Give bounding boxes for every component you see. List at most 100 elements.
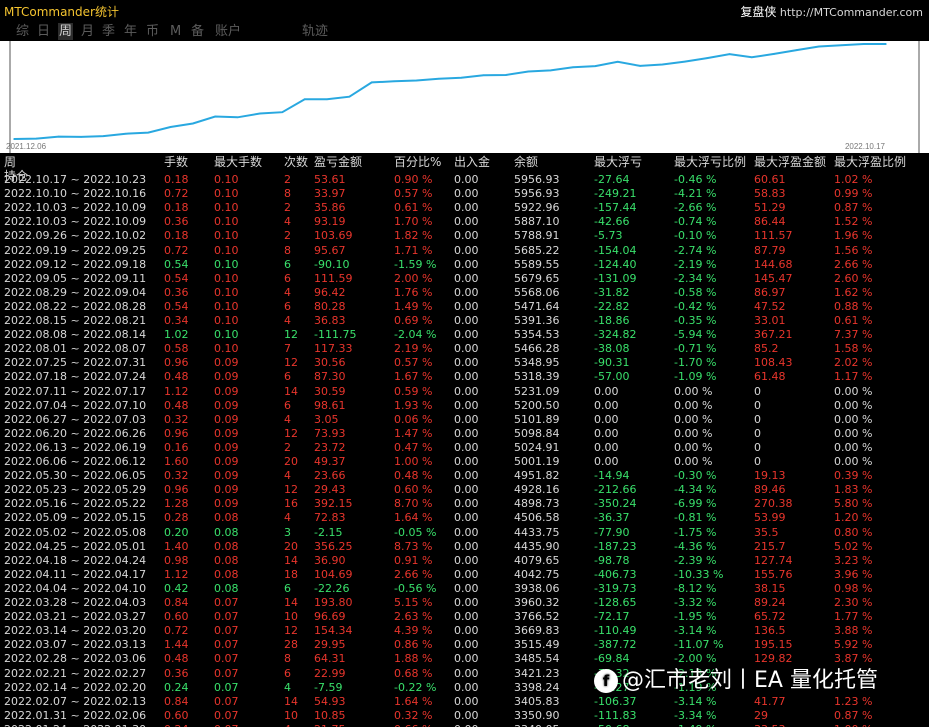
tab-3[interactable]: 月 [80,23,95,40]
cell-count: 4 [284,469,291,483]
tab-bar: 综日周月季年币 M 备账户 轨迹 [0,22,929,41]
table-row[interactable]: 2022.06.13 ~ 2022.06.19 0.16 0.09 2 23.72 0.4… [0,441,929,455]
equity-point-13 [303,98,306,100]
table-row[interactable]: 2022.10.03 ~ 2022.10.09 0.36 0.10 4 93.19 1.7… [0,215,929,229]
cell-pct: 1.47 % [394,426,433,440]
column-header[interactable]: 余额 [514,155,538,169]
tab-1[interactable]: 日 [36,23,51,40]
equity-point-11 [259,112,261,115]
table-row[interactable]: 2022.09.05 ~ 2022.09.11 0.54 0.10 6 111.59 2.… [0,272,929,286]
equity-point-21 [482,74,485,76]
table-row[interactable]: 2022.02.28 ~ 2022.03.06 0.48 0.07 8 64.31 1.8… [0,652,929,666]
tab-2[interactable]: 周 [58,23,73,40]
table-row[interactable]: 2022.09.12 ~ 2022.09.18 0.54 0.10 6 -90.10 -1… [0,258,929,272]
tab-6[interactable]: 币 [145,23,160,40]
table-row[interactable]: 2022.08.22 ~ 2022.08.28 0.54 0.10 6 80.28 1.4… [0,300,929,314]
column-header[interactable]: 周 [4,155,16,169]
cell-balance: 4079.65 [514,553,560,567]
brand-link[interactable]: 复盘侠 http://MTCommander.com [740,3,923,20]
cell-deposit: 0.00 [454,483,479,497]
table-row[interactable]: 2022.05.16 ~ 2022.05.22 1.28 0.09 16 392.15 8… [0,497,929,511]
cell-max-dd: 0.00 [594,440,619,454]
column-header[interactable]: 最大浮盈比例 [834,155,906,169]
cell-max-fp: 0 [754,384,761,398]
table-row[interactable]: 2022.07.18 ~ 2022.07.24 0.48 0.09 6 87.30 1.6… [0,370,929,384]
cell-pnl: -2.15 [314,525,343,539]
column-header[interactable]: 手数 [164,155,188,169]
cell-deposit: 0.00 [454,398,479,412]
cell-pnl: -7.59 [314,680,343,694]
cell-max-lots: 0.10 [214,328,239,342]
cell-balance: 5001.19 [514,455,560,468]
table-row[interactable]: 2022.04.11 ~ 2022.04.17 1.12 0.08 18 104.69 2… [0,568,929,582]
table-row[interactable]: 2022.04.25 ~ 2022.05.01 1.40 0.08 20 356.25 8… [0,540,929,554]
table-row[interactable]: 2022.05.30 ~ 2022.06.05 0.32 0.09 4 23.66 0.4… [0,469,929,483]
table-row[interactable]: 2022.03.07 ~ 2022.03.13 1.44 0.07 28 29.95 0.… [0,638,929,652]
table-row[interactable]: 2022.10.17 ~ 2022.10.23 0.18 0.10 2 53.61 0.9… [0,173,929,187]
cell-period: 2022.02.21 ~ 2022.02.27 [4,666,147,680]
cell-count: 14 [284,596,298,609]
column-header[interactable]: 次数 [284,155,308,169]
cell-pct: -0.56 % [394,581,437,595]
table-row[interactable]: 2022.08.01 ~ 2022.08.07 0.58 0.10 7 117.33 2.… [0,342,929,356]
table-row[interactable]: 2022.06.27 ~ 2022.07.03 0.32 0.09 4 3.05 0.06… [0,413,929,427]
table-row[interactable]: 2022.09.19 ~ 2022.09.25 0.72 0.10 8 95.67 1.7… [0,244,929,258]
cell-balance: 3515.49 [514,638,560,652]
cell-balance: 3485.54 [514,652,560,666]
equity-point-39 [885,43,887,45]
cell-max-fp-pct: 1.00 % [834,723,872,727]
tab-10[interactable]: 轨迹 [301,23,329,40]
column-header[interactable]: 最大手数 [214,155,262,169]
column-header[interactable]: 百分比% [394,155,441,169]
table-row[interactable]: 2022.06.20 ~ 2022.06.26 0.96 0.09 12 73.93 1.… [0,427,929,441]
tab-5[interactable]: 年 [123,23,138,40]
table-row[interactable]: 2022.05.09 ~ 2022.05.15 0.28 0.08 4 72.83 1.6… [0,511,929,525]
table-row[interactable]: 2022.02.07 ~ 2022.02.13 0.84 0.07 14 54.93 1.… [0,695,929,709]
table-row[interactable]: 2022.05.23 ~ 2022.05.29 0.96 0.09 12 29.43 0.… [0,483,929,497]
column-header[interactable]: 最大浮亏比例 [674,155,746,169]
table-row[interactable]: 2022.04.18 ~ 2022.04.24 0.98 0.08 14 36.90 0.… [0,554,929,568]
table-row[interactable]: 2022.10.03 ~ 2022.10.09 0.18 0.10 2 35.86 0.6… [0,201,929,215]
tab-8[interactable]: 备 [190,23,205,40]
table-row[interactable]: 2022.07.11 ~ 2022.07.17 1.12 0.09 14 30.59 0.… [0,385,929,399]
cell-max-lots: 0.09 [214,426,239,440]
cell-max-fp: 33.01 [754,314,786,327]
table-row[interactable]: 2022.08.29 ~ 2022.09.04 0.36 0.10 4 96.42 1.7… [0,286,929,300]
table-row[interactable]: 2022.03.28 ~ 2022.04.03 0.84 0.07 14 193.80 5… [0,596,929,610]
brand-url[interactable]: http://MTCommander.com [780,6,923,19]
cell-pct: 2.66 % [394,567,433,581]
table-row[interactable]: 2022.08.08 ~ 2022.08.14 1.02 0.10 12 -111.75… [0,328,929,342]
cell-period: 2022.08.22 ~ 2022.08.28 [4,299,147,313]
tab-9[interactable]: 账户 [214,23,242,40]
table-row[interactable]: 2022.10.10 ~ 2022.10.16 0.72 0.10 8 33.97 0.5… [0,187,929,201]
table-row[interactable]: 2022.03.21 ~ 2022.03.27 0.60 0.07 10 96.69 2.… [0,610,929,624]
cell-max-fp: 51.29 [754,201,786,215]
cell-pct: 0.48 % [394,469,433,483]
tab-4[interactable]: 季 [101,23,116,40]
cell-balance: 5922.96 [514,201,560,215]
table-row[interactable]: 2022.08.15 ~ 2022.08.21 0.34 0.10 4 36.83 0.6… [0,314,929,328]
column-header[interactable]: 最大浮亏 [594,155,642,169]
table-row[interactable]: 2022.01.24 ~ 2022.01.30 0.24 0.07 4 21.75 0.6… [0,723,929,727]
cell-max-dd-pct: -0.10 % [674,229,717,243]
table-row[interactable]: 2022.06.06 ~ 2022.06.12 1.60 0.09 20 49.37 1.… [0,455,929,469]
table-row[interactable]: 2022.05.02 ~ 2022.05.08 0.20 0.08 3 -2.15 -0.… [0,526,929,540]
table-row[interactable]: 2022.03.14 ~ 2022.03.20 0.72 0.07 12 154.34 4… [0,624,929,638]
table-row[interactable]: 2022.07.25 ~ 2022.07.31 0.96 0.09 12 30.56 0.… [0,356,929,370]
tab-0[interactable]: 综 [15,23,30,40]
tab-7[interactable]: M [170,23,181,40]
cell-lots: 0.16 [164,440,189,454]
table-row[interactable]: 2022.01.31 ~ 2022.02.06 0.60 0.07 10 10.85 0.… [0,709,929,723]
column-header[interactable]: 出入金 [454,155,490,169]
cell-max-dd: -111.83 [594,708,637,722]
cell-pnl: 30.56 [314,356,346,370]
equity-point-15 [348,95,351,98]
table-row[interactable]: 2022.04.04 ~ 2022.04.10 0.42 0.08 6 -22.26 -0… [0,582,929,596]
cell-max-dd-pct: -2.34 % [674,271,717,285]
table-row[interactable]: 2022.09.26 ~ 2022.10.02 0.18 0.10 2 103.69 1.… [0,229,929,243]
column-header[interactable]: 最大浮盈金额 [754,155,826,169]
table-row[interactable]: 2022.07.04 ~ 2022.07.10 0.48 0.09 6 98.61 1.9… [0,399,929,413]
cell-count: 14 [284,553,298,567]
cell-max-fp-pct: 2.60 % [834,271,873,285]
column-header[interactable]: 盈亏金额 [314,155,362,169]
